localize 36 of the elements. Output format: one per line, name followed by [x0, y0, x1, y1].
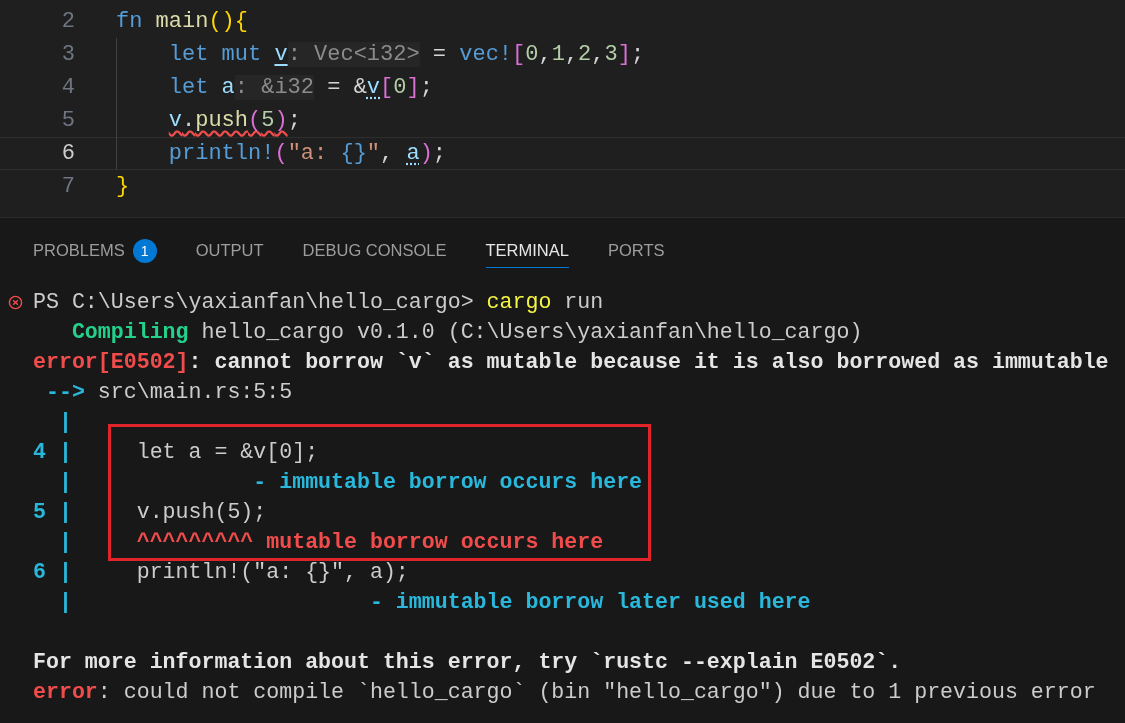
terminal-line: For more information about this error, try `rustc --explain E0502`.	[33, 650, 902, 674]
code-line: let mut v: Vec<i32> = vec![0,1,2,3];	[168, 42, 645, 67]
terminal-line: 6 | println!("a: {}", a);	[33, 560, 409, 584]
line-number: 7	[60, 174, 75, 199]
terminal-line: | ^^^^^^^^^ mutable borrow occurs here	[57, 530, 604, 554]
terminal-line: | - immutable borrow later used here	[57, 590, 811, 614]
line-number: 3	[60, 42, 75, 67]
tab-label: PORTS	[607, 241, 665, 260]
panel-tab[interactable]: PORTS	[607, 234, 665, 268]
tab-label: PROBLEMS	[33, 241, 125, 260]
terminal-line: |	[57, 410, 72, 434]
panel-tab[interactable]: TERMINAL	[485, 234, 569, 268]
code-line: fn main(){	[116, 9, 249, 34]
terminal-line: | - immutable borrow occurs here	[57, 470, 643, 494]
terminal-line: error[E0502]: cannot borrow `v` as mutable because it is also borrowed as immutable	[33, 350, 1109, 374]
panel-tab[interactable]: DEBUG CONSOLE	[302, 234, 447, 268]
line-number: 2	[60, 9, 75, 34]
count-badge: 1	[132, 238, 157, 263]
code-line: let a: &i32 = &v[0];	[168, 75, 433, 100]
terminal-line: PS C:\Users\yaxianfan\hello_cargo> cargo run	[33, 290, 604, 314]
terminal-line: Compiling hello_cargo v0.1.0 (C:\Users\yaxianfan\hello_cargo)	[70, 320, 863, 344]
terminal-line: --> src\main.rs:5:5	[44, 380, 293, 404]
terminal-line: 4 | let a = &v[0];	[33, 440, 319, 464]
line-number: 5	[60, 108, 75, 133]
line-number: 4	[60, 75, 75, 100]
terminal-line: error: could not compile `hello_cargo` (bin "hello_cargo") due to 1 previous error	[33, 680, 1096, 704]
tab-label: DEBUG CONSOLE	[302, 241, 447, 260]
code-line: }	[116, 174, 130, 199]
code-line: println!("a: {}", a);	[168, 141, 447, 166]
panel-tab[interactable]: PROBLEMS 1	[33, 234, 157, 268]
line-number: 6	[60, 141, 75, 166]
code-line: v.push(5);	[168, 108, 301, 133]
terminal-line: 5 | v.push(5);	[33, 500, 267, 524]
tab-label: OUTPUT	[195, 241, 264, 260]
tab-label: TERMINAL	[485, 241, 569, 260]
panel-tab[interactable]: OUTPUT	[195, 234, 264, 268]
